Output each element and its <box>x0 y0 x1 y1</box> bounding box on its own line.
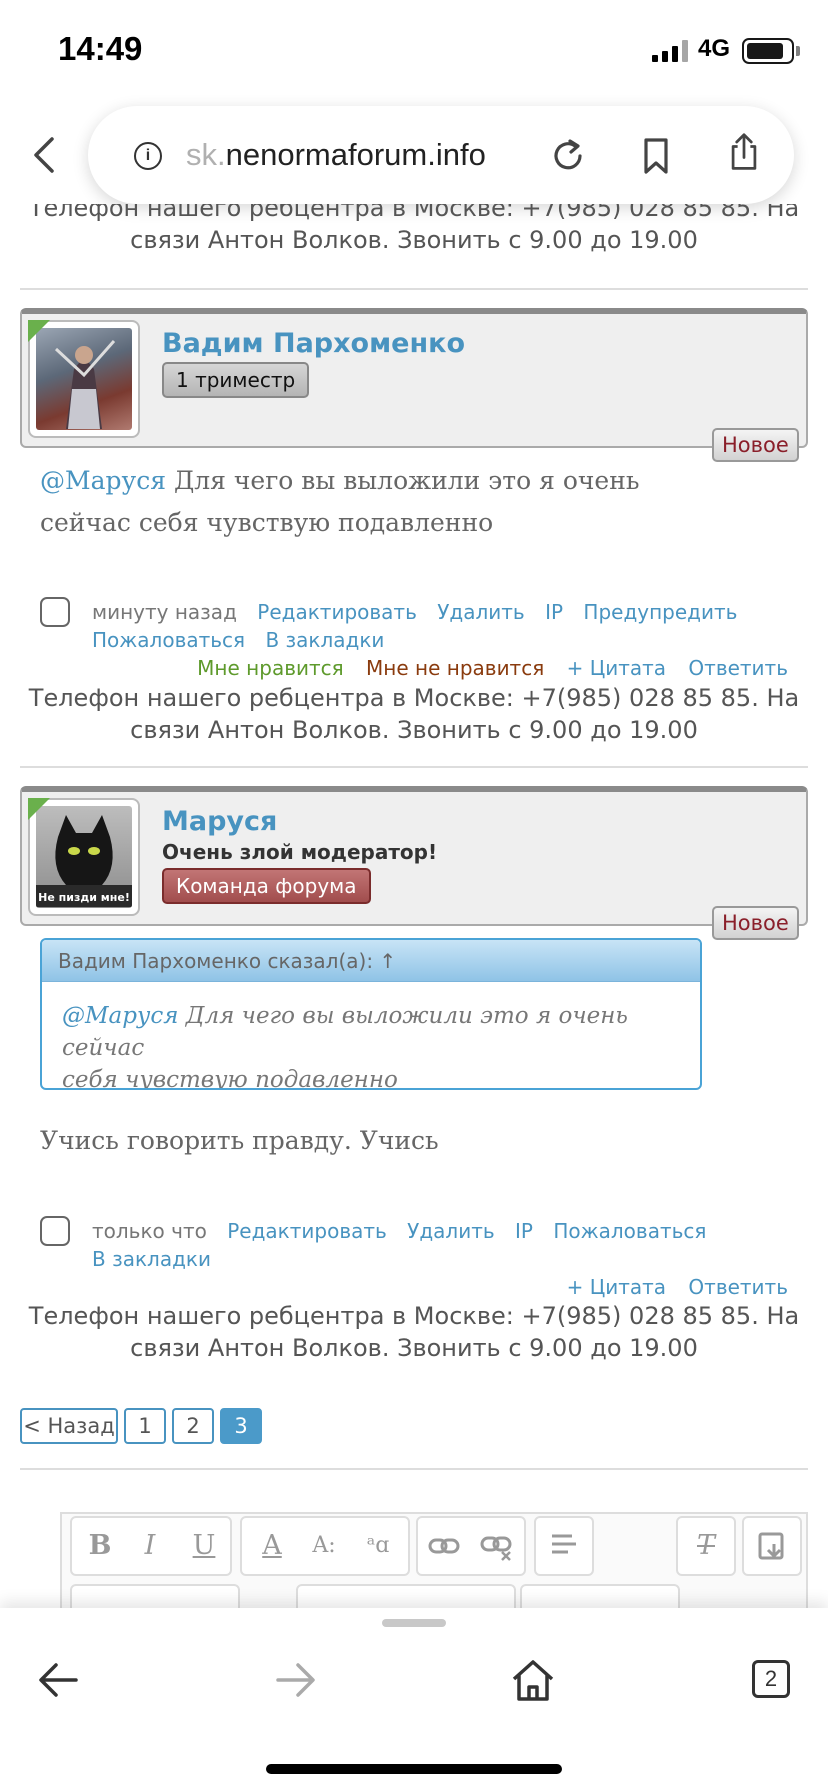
reply-link[interactable]: Ответить <box>688 1275 788 1299</box>
italic-button[interactable]: I <box>130 1518 170 1574</box>
post-actions: минуту назад Редактировать Удалить IP Пр… <box>92 598 737 626</box>
clear-format-icon[interactable]: T <box>686 1518 726 1574</box>
warn-link[interactable]: Предупредить <box>583 600 737 624</box>
paste-icon[interactable] <box>756 1530 788 1562</box>
select-checkbox[interactable] <box>40 597 70 627</box>
post-author[interactable]: Вадим Пархоменко <box>162 328 465 359</box>
back-chevron-icon[interactable] <box>30 135 60 175</box>
divider <box>20 288 808 290</box>
user-title: Очень злой модератор! <box>162 840 438 864</box>
post-message: Учись говорить правду. Учись <box>40 1126 439 1155</box>
avatar[interactable] <box>28 320 140 438</box>
info-text: Телефон нашего ребцентра в Москве: +7(98… <box>28 684 800 744</box>
share-icon[interactable] <box>724 132 764 172</box>
font-size-button[interactable]: A: <box>304 1518 344 1574</box>
select-checkbox[interactable] <box>40 1216 70 1246</box>
user-rank-badge: 1 триместр <box>162 362 310 398</box>
site-info-icon[interactable]: i <box>134 142 162 170</box>
quote-header[interactable]: Вадим Пархоменко сказал(а): ↑ <box>42 940 700 982</box>
unlink-icon[interactable] <box>480 1532 514 1562</box>
page-3-current[interactable]: 3 <box>220 1408 262 1444</box>
home-icon[interactable] <box>508 1655 558 1705</box>
forward-arrow-icon[interactable] <box>270 1655 320 1705</box>
network-label: 4G <box>698 35 731 62</box>
post-message: @Маруся Для чего вы выложили это я очень… <box>40 466 640 537</box>
avatar[interactable]: Не пизди мне! <box>28 798 140 916</box>
ip-link[interactable]: IP <box>545 600 563 624</box>
quote-link[interactable]: + Цитата <box>567 656 666 680</box>
user-mention[interactable]: @Маруся <box>40 466 166 495</box>
delete-link[interactable]: Удалить <box>407 1219 495 1243</box>
bookmark-link[interactable]: В закладки <box>265 628 384 652</box>
link-icon[interactable] <box>428 1532 460 1560</box>
url-text[interactable]: sk.nenormaforum.info <box>186 137 486 173</box>
avatar-caption: Не пизди мне! <box>38 891 130 904</box>
edit-link[interactable]: Редактировать <box>227 1219 387 1243</box>
cell-signal-icon <box>652 40 688 62</box>
underline-button[interactable]: U <box>184 1518 224 1574</box>
info-text: Телефон нашего ребцентра в Москве: +7(98… <box>28 1302 800 1362</box>
quote-link[interactable]: + Цитата <box>567 1275 666 1299</box>
quote-text: @Маруся Для чего вы выложили это я очень… <box>62 1003 628 1090</box>
divider <box>20 1468 808 1470</box>
reload-icon[interactable] <box>548 136 588 176</box>
post-time: минуту назад <box>92 600 237 624</box>
edit-link[interactable]: Редактировать <box>257 600 417 624</box>
delete-link[interactable]: Удалить <box>437 600 525 624</box>
report-link[interactable]: Пожаловаться <box>92 628 245 652</box>
align-icon[interactable] <box>550 1532 578 1558</box>
report-link[interactable]: Пожаловаться <box>553 1219 706 1243</box>
user-rank-badge: Команда форума <box>162 868 371 904</box>
like-link[interactable]: Мне нравится <box>197 656 343 680</box>
bookmark-icon[interactable] <box>636 136 676 176</box>
page-2[interactable]: 2 <box>172 1408 214 1444</box>
new-badge: Новое <box>712 428 799 462</box>
ip-link[interactable]: IP <box>515 1219 533 1243</box>
back-arrow-icon[interactable] <box>34 1655 84 1705</box>
post-time: только что <box>92 1219 207 1243</box>
page-1[interactable]: 1 <box>124 1408 166 1444</box>
battery-icon <box>742 38 794 64</box>
post-actions: только что Редактировать Удалить IP Пожа… <box>92 1217 706 1245</box>
tab-count-button[interactable]: 2 <box>752 1660 790 1698</box>
home-indicator <box>266 1764 562 1774</box>
user-mention[interactable]: @Маруся <box>62 1003 178 1029</box>
post-author[interactable]: Маруся <box>162 806 277 837</box>
bold-button[interactable]: B <box>80 1518 120 1574</box>
drag-handle[interactable] <box>382 1619 446 1627</box>
bookmark-link[interactable]: В закладки <box>92 1247 211 1271</box>
subscript-button[interactable]: ᵃɑ <box>356 1518 400 1574</box>
quote-block: Вадим Пархоменко сказал(а): ↑ @Маруся Дл… <box>40 938 702 1090</box>
info-text: Телефон нашего ребцентра в Москве: +7(98… <box>28 204 800 254</box>
new-badge: Новое <box>712 906 799 940</box>
reply-link[interactable]: Ответить <box>688 656 788 680</box>
dislike-link[interactable]: Мне не нравится <box>366 656 544 680</box>
divider <box>20 766 808 768</box>
pagination-back[interactable]: < Назад <box>20 1408 118 1444</box>
status-time: 14:49 <box>58 30 143 67</box>
font-color-button[interactable]: A <box>252 1518 292 1574</box>
